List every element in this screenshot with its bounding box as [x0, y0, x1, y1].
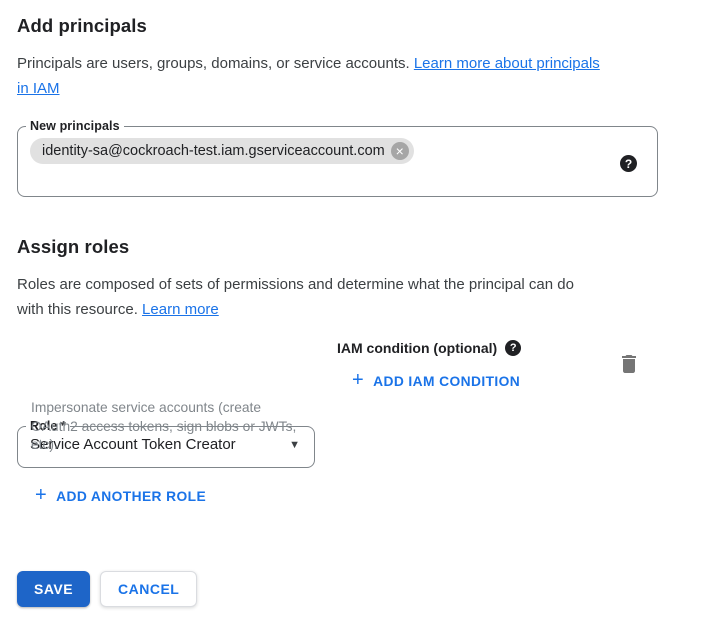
principal-chip-text: identity-sa@cockroach-test.iam.gservicea…: [42, 143, 385, 159]
save-button[interactable]: SAVE: [17, 571, 90, 607]
delete-role-button[interactable]: [615, 350, 643, 381]
assign-roles-description: Roles are composed of sets of permission…: [17, 272, 707, 322]
learn-more-principals-line2: in IAM: [17, 80, 60, 97]
page-title: Add principals: [17, 15, 147, 37]
add-another-role-label: ADD ANOTHER ROLE: [56, 489, 206, 504]
add-iam-condition-label: ADD IAM CONDITION: [373, 374, 520, 389]
trash-icon: [617, 352, 641, 376]
roles-desc-line1: Roles are composed of sets of permission…: [17, 276, 574, 293]
chip-remove-icon[interactable]: ×: [391, 142, 409, 160]
add-iam-condition-button[interactable]: + ADD IAM CONDITION: [346, 368, 526, 394]
principals-help-icon[interactable]: ?: [620, 155, 637, 172]
intro-text: Principals are users, groups, domains, o…: [17, 51, 707, 101]
new-principals-label: New principals: [26, 119, 124, 134]
learn-more-principals-line1: Learn more about principals: [414, 55, 600, 72]
intro-text-static: Principals are users, groups, domains, o…: [17, 55, 414, 72]
learn-more-roles-link[interactable]: Learn more: [142, 301, 219, 318]
plus-icon: +: [35, 485, 47, 505]
iam-condition-label-row: IAM condition (optional) ?: [337, 340, 521, 356]
add-another-role-button[interactable]: + ADD ANOTHER ROLE: [29, 483, 212, 509]
assign-roles-title: Assign roles: [17, 236, 129, 258]
plus-icon: +: [352, 370, 364, 390]
principal-chip: identity-sa@cockroach-test.iam.gservicea…: [30, 138, 414, 164]
iam-condition-label: IAM condition (optional): [337, 340, 497, 356]
cancel-button[interactable]: CANCEL: [100, 571, 197, 607]
new-principals-field[interactable]: New principals identity-sa@cockroach-tes…: [17, 119, 658, 197]
roles-desc-line2: with this resource.: [17, 301, 142, 318]
condition-help-icon[interactable]: ?: [505, 340, 521, 356]
role-helper-text: Impersonate service accounts (create OAu…: [31, 399, 303, 455]
